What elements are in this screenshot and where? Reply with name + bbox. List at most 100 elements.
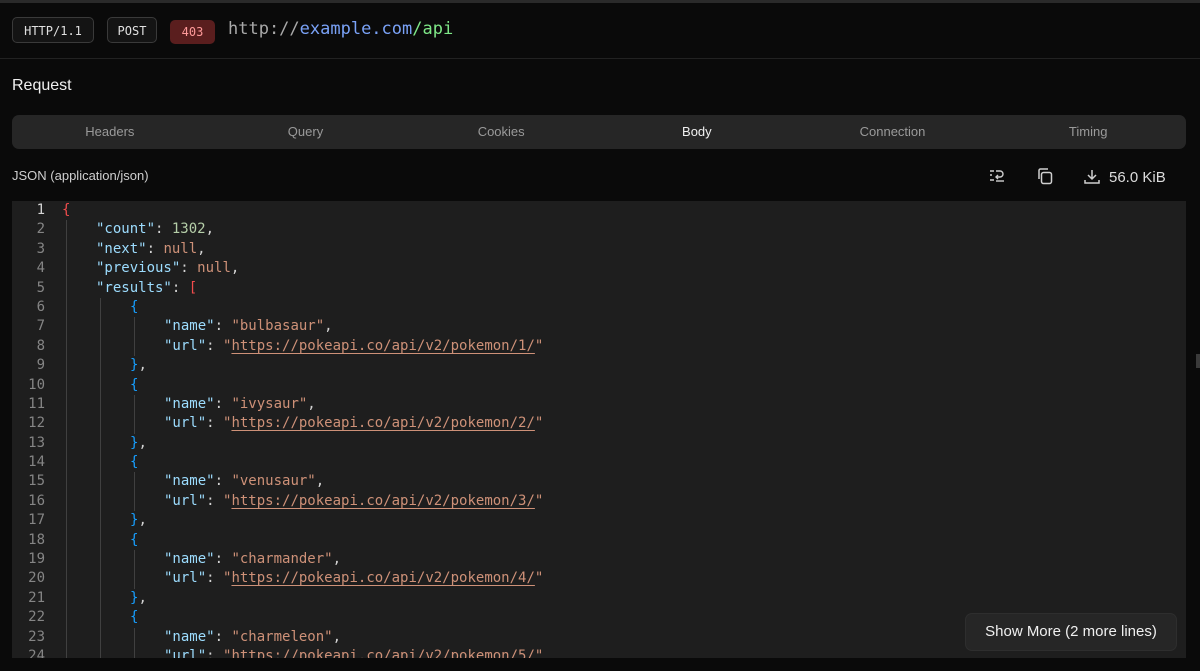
- url-host: example.com: [299, 19, 413, 39]
- line-number: 5: [36, 279, 45, 296]
- copy-icon: [1038, 168, 1053, 185]
- code-token: :: [180, 260, 198, 277]
- code-text: "previous": null,: [96, 259, 239, 278]
- section-title: Request: [12, 77, 72, 94]
- code-text: "name": "charmeleon",: [164, 628, 341, 647]
- code-token: ,: [138, 512, 147, 529]
- code-token: "name": [164, 395, 215, 412]
- code-token: {: [130, 531, 139, 548]
- code-token: {: [130, 298, 139, 315]
- tab-timing[interactable]: Timing: [990, 115, 1186, 149]
- indent-guide: [66, 491, 67, 512]
- code-text: {: [130, 608, 138, 627]
- code-token: :: [171, 279, 189, 296]
- indent-guide: [100, 588, 101, 609]
- method-badge: POST: [107, 17, 157, 43]
- status-badge: 403: [170, 20, 215, 44]
- indent-guide: [66, 472, 67, 492]
- code-line: 20 "url": "https://pokeapi.co/api/v2/poke…: [12, 569, 1186, 589]
- code-text: {: [130, 376, 138, 395]
- code-text: "url": "https://pokeapi.co/api/v2/pokemo…: [164, 492, 543, 511]
- code-token: ": [534, 337, 544, 354]
- tab-headers[interactable]: Headers: [12, 115, 208, 149]
- code-line: 3 "next": null,: [12, 239, 1186, 260]
- code-token: :: [214, 318, 232, 335]
- line-number: 1: [36, 202, 45, 218]
- code-text: "url": "https://pokeapi.co/api/v2/pokemo…: [164, 569, 543, 588]
- line-number: 15: [28, 473, 45, 490]
- tab-connection[interactable]: Connection: [795, 115, 991, 149]
- code-text: "name": "bulbasaur",: [164, 317, 333, 336]
- tab-cookies[interactable]: Cookies: [403, 115, 599, 149]
- indent-guide: [100, 297, 101, 318]
- code-token: {: [130, 609, 139, 626]
- code-token: ": [534, 492, 544, 509]
- line-number: 24: [28, 647, 45, 658]
- code-token: "url": [164, 415, 207, 432]
- code-token: :: [214, 395, 232, 412]
- indent-guide: [66, 239, 67, 260]
- scrollbar-marker[interactable]: [1196, 354, 1200, 368]
- indent-guide: [100, 375, 101, 395]
- line-number: 9: [36, 357, 45, 374]
- code-link[interactable]: https://pokeapi.co/api/v2/pokemon/3/: [231, 493, 534, 509]
- indent-guide: [100, 627, 101, 647]
- tab-body[interactable]: Body: [599, 115, 795, 149]
- line-number: 20: [28, 570, 45, 587]
- show-more-button[interactable]: Show More (2 more lines): [966, 614, 1176, 650]
- copy-button[interactable]: [1035, 166, 1055, 188]
- request-line-bar: HTTP/1.1 POST 403 http://example.com/api: [0, 3, 1200, 59]
- line-number: 23: [28, 628, 45, 645]
- code-token: "previous": [96, 260, 181, 277]
- code-token: :: [206, 415, 224, 432]
- code-line: 9},: [12, 356, 1186, 376]
- code-token: ,: [307, 395, 316, 412]
- download-button[interactable]: 56.0 KiB: [1083, 166, 1166, 188]
- indent-guide: [66, 453, 67, 473]
- code-line: 10 {: [12, 375, 1186, 395]
- code-editor[interactable]: 1{2 "count": 1302, 3 "next": null, 4 "previou…: [12, 201, 1186, 658]
- indent-guide: [134, 414, 135, 434]
- code-line: 5 "results": [: [12, 278, 1186, 298]
- code-token: ,: [332, 628, 342, 645]
- code-link[interactable]: https://pokeapi.co/api/v2/pokemon/1/: [231, 338, 534, 354]
- indent-guide: [100, 317, 101, 337]
- code-token: "results": [96, 279, 172, 296]
- code-token: {: [62, 202, 71, 218]
- line-number: 6: [36, 298, 45, 315]
- code-token: :: [155, 221, 172, 238]
- indent-guide: [100, 511, 101, 531]
- line-number: 10: [28, 376, 45, 393]
- code-link[interactable]: https://pokeapi.co/api/v2/pokemon/2/: [231, 415, 534, 431]
- code-text: "url": "https://pokeapi.co/api/v2/pokemo…: [164, 647, 543, 658]
- code-token: :: [214, 551, 232, 568]
- code-link[interactable]: https://pokeapi.co/api/v2/pokemon/4/: [231, 570, 534, 586]
- indent-guide: [66, 317, 67, 337]
- tab-query[interactable]: Query: [208, 115, 404, 149]
- code-token: ,: [324, 318, 333, 335]
- line-number: 19: [28, 551, 45, 568]
- code-token: null: [197, 260, 231, 277]
- code-text: "url": "https://pokeapi.co/api/v2/pokemo…: [164, 414, 543, 433]
- indent-guide: [134, 491, 135, 512]
- code-token: [: [188, 279, 198, 296]
- code-text: "name": "charmander",: [164, 550, 341, 569]
- wrap-button[interactable]: [987, 166, 1007, 188]
- indent-guide: [100, 646, 101, 658]
- code-text: },: [130, 356, 147, 375]
- indent-guide: [66, 414, 67, 434]
- code-text: "next": null,: [96, 240, 206, 259]
- code-token: "url": [164, 492, 207, 509]
- code-text: "name": "venusaur",: [164, 472, 324, 491]
- indent-guide: [66, 646, 67, 658]
- code-token: :: [214, 473, 232, 490]
- code-line: 18 {: [12, 530, 1186, 551]
- request-url[interactable]: http://example.com/api: [228, 19, 453, 39]
- code-line: 2 "count": 1302,: [12, 220, 1186, 240]
- code-text: },: [130, 434, 147, 453]
- indent-guide: [100, 472, 101, 492]
- code-link[interactable]: https://pokeapi.co/api/v2/pokemon/5/: [231, 648, 534, 658]
- indent-guide: [134, 569, 135, 589]
- indent-guide: [66, 259, 67, 279]
- url-path: /api: [412, 19, 454, 39]
